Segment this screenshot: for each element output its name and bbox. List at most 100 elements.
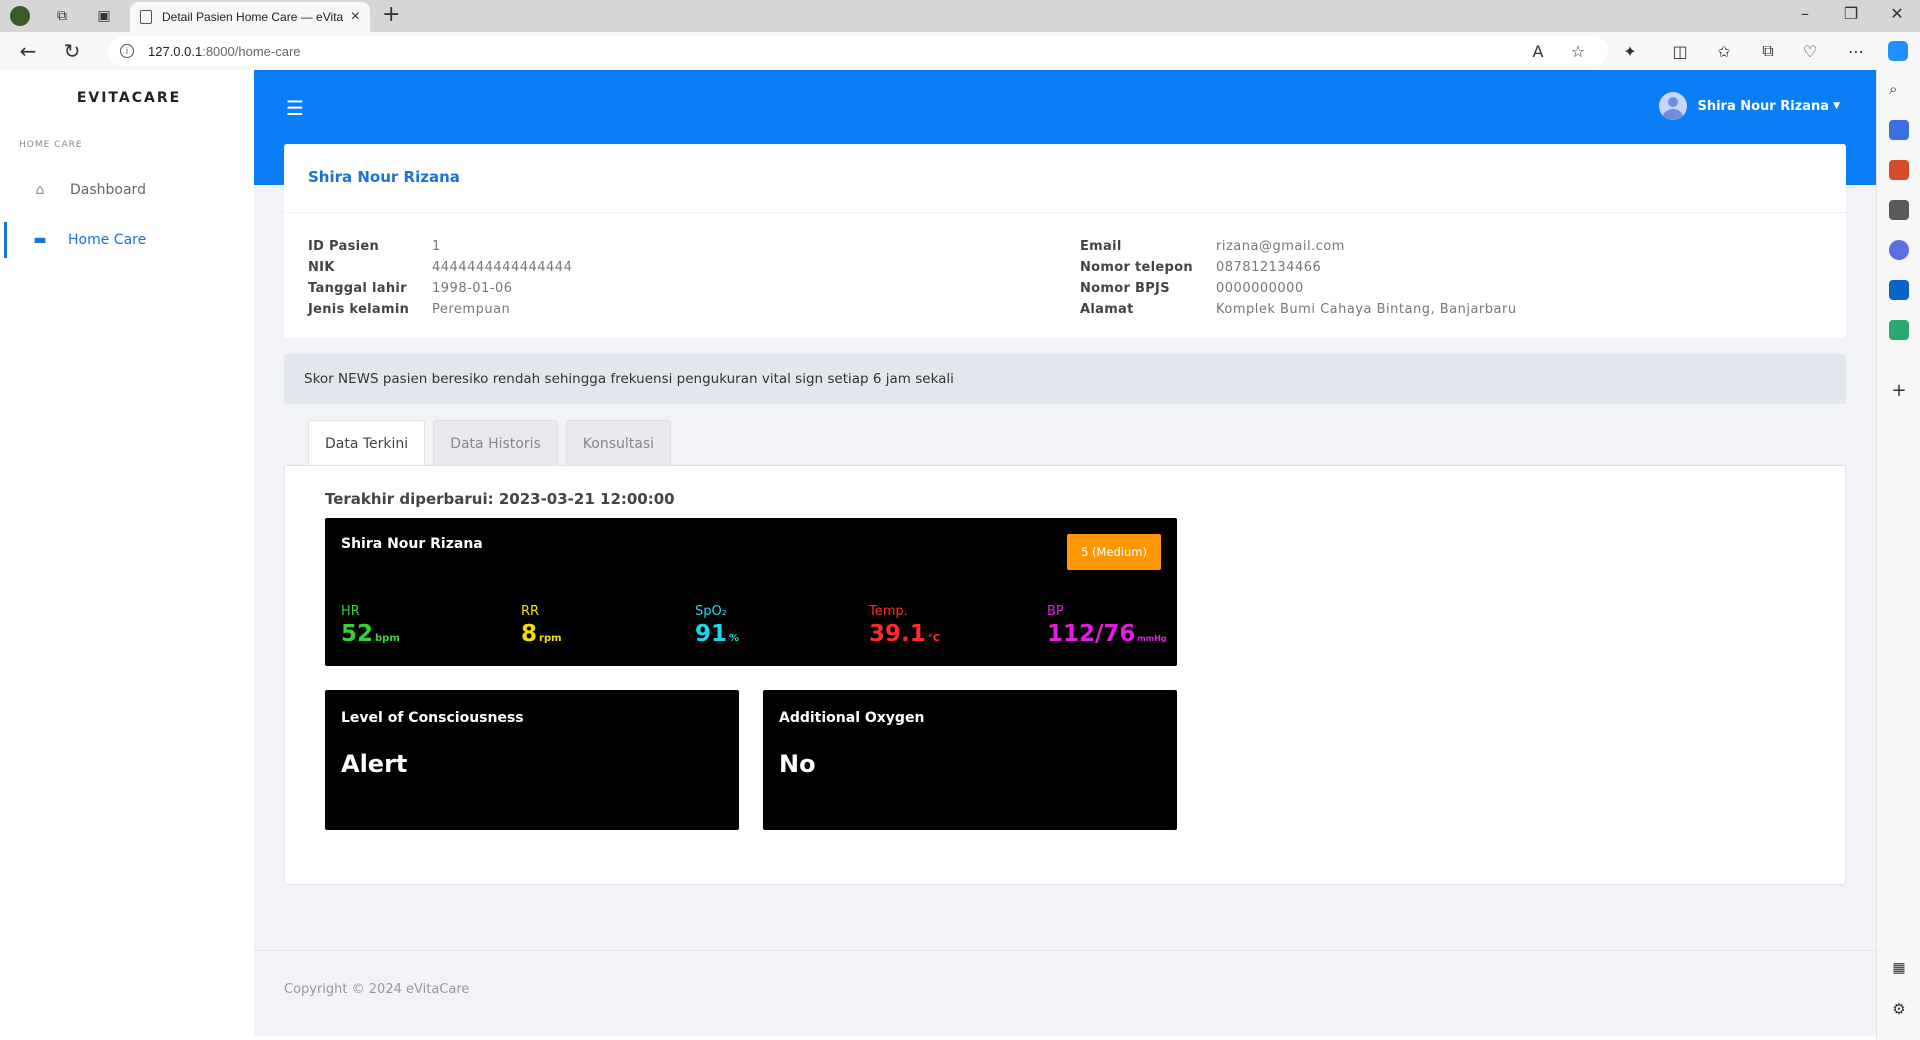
field-label: NIK	[308, 260, 335, 275]
vital-unit: °C	[927, 633, 941, 644]
home-icon: ⌂	[35, 182, 45, 198]
drop-icon[interactable]	[1889, 320, 1909, 340]
url-input[interactable]: i 127.0.0.1:8000/home-care	[108, 36, 1608, 66]
field-label: Nomor BPJS	[1080, 281, 1170, 296]
oxygen-card: Additional Oxygen No	[763, 690, 1177, 830]
tab-data-terkini[interactable]: Data Terkini	[308, 420, 426, 466]
bed-icon: ▬	[33, 232, 47, 248]
consciousness-card: Level of Consciousness Alert	[325, 690, 739, 830]
sidebar: EVITACARE HOME CARE ⌂ Dashboard ▬ Home C…	[4, 70, 254, 1036]
outlook-icon[interactable]	[1889, 280, 1909, 300]
sidebar-item-dashboard[interactable]: ⌂ Dashboard	[4, 172, 254, 208]
field-label: Jenis kelamin	[308, 302, 410, 317]
site-info-icon[interactable]: i	[120, 44, 134, 58]
add-sidebar-app-icon[interactable]: +	[1889, 380, 1909, 401]
minimize-icon[interactable]: –	[1782, 4, 1828, 23]
patient-name-title: Shira Nour Rizana	[308, 168, 460, 186]
read-aloud-icon[interactable]: A	[1528, 41, 1548, 61]
vital-unit: %	[729, 633, 740, 644]
vital-label: RR	[521, 604, 540, 619]
browser-essentials-icon[interactable]: ♡	[1800, 41, 1820, 61]
vital-label: SpO₂	[695, 604, 727, 619]
vital-rr: RR 8 rpm	[521, 604, 562, 647]
games-icon[interactable]	[1889, 200, 1909, 220]
field-value: Perempuan	[432, 302, 511, 317]
divider	[284, 212, 1846, 213]
favorites-icon[interactable]: ✩	[1714, 41, 1734, 61]
favorite-star-icon[interactable]: ☆	[1568, 41, 1588, 61]
footer-copyright: Copyright © 2024 eVitaCare	[284, 982, 470, 997]
shopping-icon[interactable]	[1889, 120, 1909, 140]
vital-bp: BP 112/76 mmHg	[1047, 604, 1167, 647]
brand-logo[interactable]: EVITACARE	[4, 90, 254, 106]
sidebar-item-home-care[interactable]: ▬ Home Care	[4, 222, 254, 258]
browser-tab[interactable]: Detail Pasien Home Care — eVita ×	[130, 2, 370, 32]
address-bar-row: ← ↻ i 127.0.0.1:8000/home-care A ☆ ✦ ◫ ✩…	[0, 32, 1920, 70]
office-icon[interactable]	[1889, 240, 1909, 260]
tab-konsultasi[interactable]: Konsultasi	[565, 420, 672, 466]
url-path: :8000/home-care	[202, 43, 301, 59]
profile-icon[interactable]	[10, 6, 30, 26]
workspaces-icon[interactable]: ⧉	[52, 6, 72, 26]
sidebar-settings-icon[interactable]: ⚙	[1889, 1000, 1909, 1020]
avatar	[1659, 92, 1688, 120]
consciousness-value: Alert	[341, 750, 408, 778]
back-icon[interactable]: ←	[16, 39, 40, 63]
patient-info-right: Email rizana@gmail.com Nomor telepon 08781…	[1080, 236, 1517, 320]
patient-card: Shira Nour Rizana ID Pasien 1 NIK 44444444…	[284, 144, 1846, 338]
vital-monitor: Shira Nour Rizana 5 (Medium) HR 52 bpm RR…	[325, 518, 1177, 666]
tab-panel-data-terkini: Terakhir diperbarui: 2023-03-21 12:00:00…	[284, 465, 1846, 885]
field-value: 087812134466	[1216, 260, 1322, 275]
edge-sidebar: ⌕ + ▦ ⚙	[1876, 70, 1920, 1040]
field-label: ID Pasien	[308, 239, 380, 254]
page-icon	[140, 10, 152, 24]
screenshot-icon[interactable]: ▦	[1889, 960, 1909, 980]
tools-icon[interactable]	[1889, 160, 1909, 180]
close-tab-icon[interactable]: ×	[351, 8, 360, 26]
vital-unit: rpm	[539, 633, 562, 644]
patient-info-left: ID Pasien 1 NIK 4444444444444444 Tanggal l…	[308, 236, 572, 320]
footer-divider	[254, 950, 1876, 951]
browser-tab-bar: ⧉ ▣ Detail Pasien Home Care — eVita × + …	[0, 0, 1920, 32]
menu-toggle-icon[interactable]: ☰	[286, 96, 304, 120]
field-label: Nomor telepon	[1080, 260, 1193, 275]
extensions-icon[interactable]: ✦	[1620, 41, 1640, 61]
new-tab-icon[interactable]: +	[382, 2, 400, 27]
tab-list: Data Terkini Data Historis Konsultasi	[308, 420, 679, 466]
vital-spo2: SpO₂ 91%	[695, 604, 739, 647]
field-label: Email	[1080, 239, 1122, 254]
field-label: Tanggal lahir	[308, 281, 407, 296]
app-root: EVITACARE HOME CARE ⌂ Dashboard ▬ Home C…	[4, 70, 1876, 1036]
news-alert: Skor NEWS pasien beresiko rendah sehingg…	[284, 354, 1846, 404]
more-menu-icon[interactable]: ⋯	[1846, 41, 1866, 61]
vital-unit: bpm	[375, 633, 400, 644]
vital-label: BP	[1047, 604, 1064, 619]
field-value: 1	[432, 239, 441, 254]
split-screen-icon[interactable]: ◫	[1670, 41, 1690, 61]
copilot-icon[interactable]	[1888, 41, 1908, 61]
vital-unit: mmHg	[1137, 634, 1167, 643]
consciousness-title: Level of Consciousness	[341, 710, 524, 726]
vital-value: 8	[521, 621, 538, 647]
vital-temp: Temp. 39.1 °C	[869, 604, 940, 647]
field-value: 1998-01-06	[432, 281, 513, 296]
vital-value: 52	[341, 621, 374, 647]
collections-icon[interactable]: ⧉	[1758, 41, 1778, 61]
tab-actions-icon[interactable]: ▣	[94, 6, 114, 26]
chevron-down-icon: ▼	[1833, 101, 1840, 111]
monitor-patient-name: Shira Nour Rizana	[341, 536, 483, 552]
tab-title: Detail Pasien Home Care — eVita	[162, 10, 344, 24]
close-window-icon[interactable]: ✕	[1874, 4, 1920, 23]
sidebar-section-heading: HOME CARE	[19, 140, 83, 150]
last-updated: Terakhir diperbarui: 2023-03-21 12:00:00	[325, 490, 675, 508]
vital-label: Temp.	[869, 604, 908, 619]
tab-data-historis[interactable]: Data Historis	[433, 420, 558, 466]
news-score-badge: 5 (Medium)	[1067, 534, 1161, 570]
field-value: 0000000000	[1216, 281, 1304, 296]
reload-icon[interactable]: ↻	[60, 39, 84, 63]
restore-icon[interactable]: ❐	[1828, 4, 1874, 23]
vital-value: 91	[695, 621, 728, 647]
search-icon[interactable]: ⌕	[1889, 80, 1909, 100]
user-menu[interactable]: Shira Nour Rizana ▼	[1659, 92, 1840, 120]
sidebar-item-label: Dashboard	[70, 182, 146, 198]
